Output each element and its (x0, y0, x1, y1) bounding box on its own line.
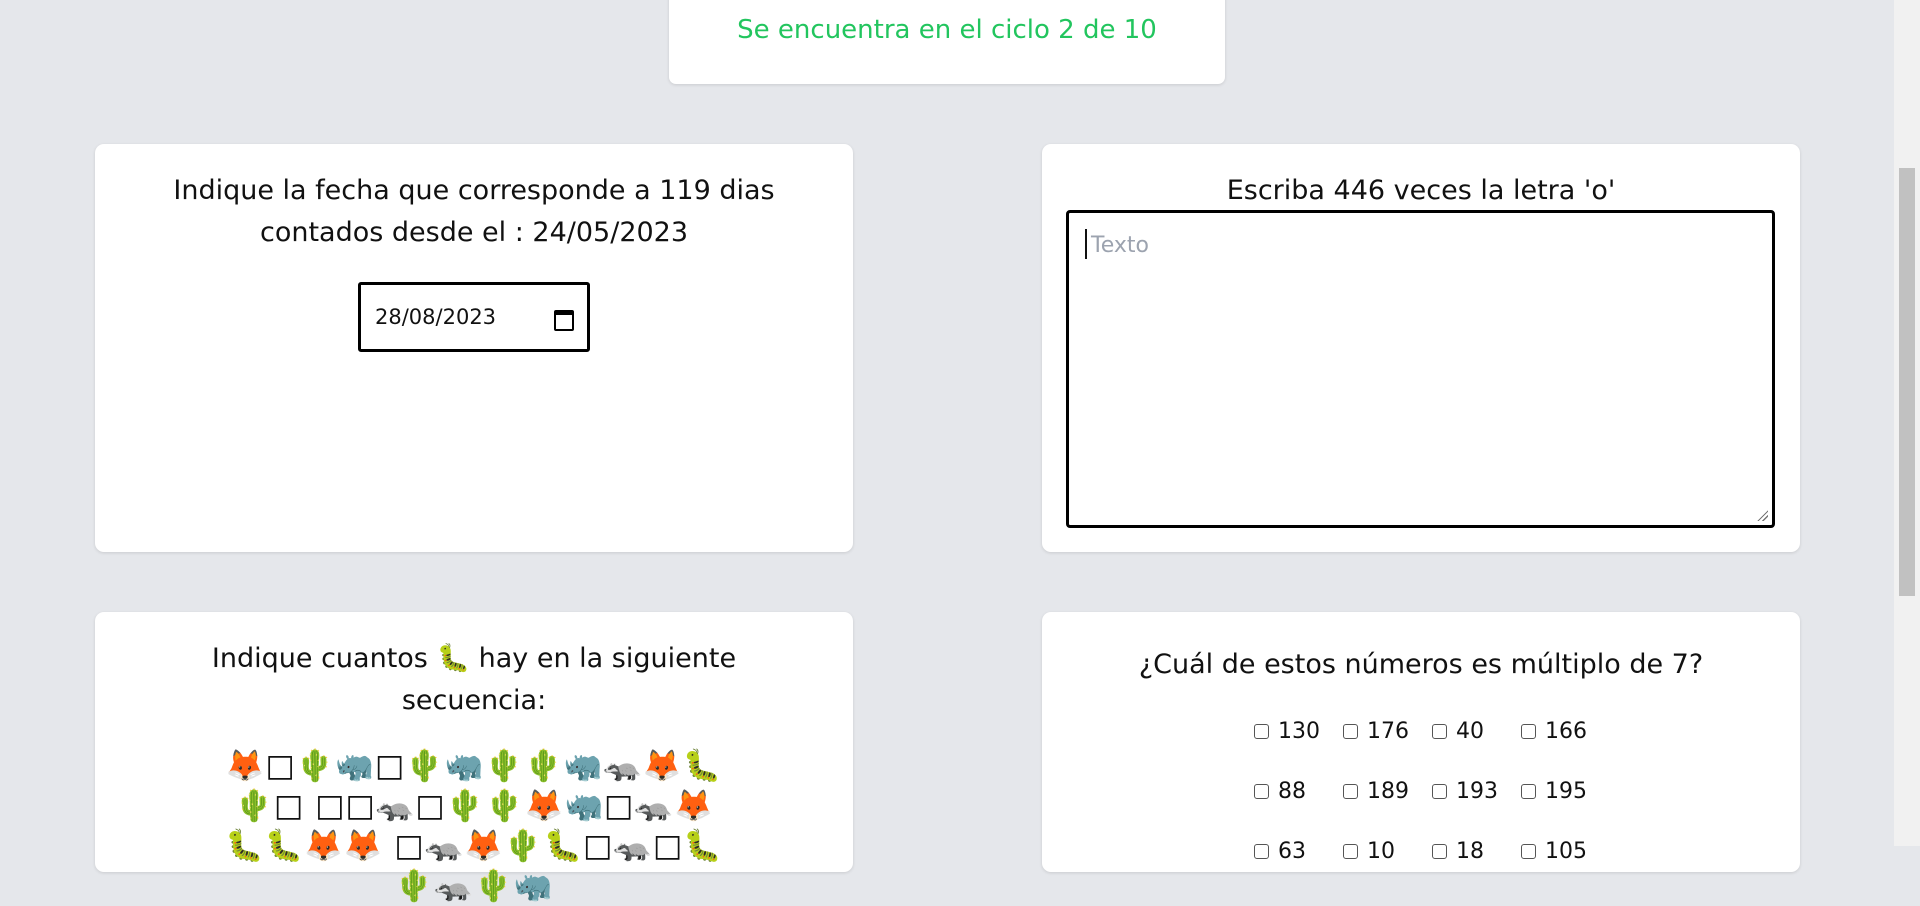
option-item[interactable]: 10 (1343, 834, 1432, 868)
calendar-icon[interactable] (553, 307, 574, 331)
text-caret (1085, 229, 1087, 259)
multiple-question-prompt: ¿Cuál de estos números es múltiplo de 7? (1138, 649, 1704, 680)
emoji-sequence: 🦊□🌵🦏□🌵🦏🌵🌵🦏🦡🦊🐛🌵□ □□🦡□🌵🌵🦊🦏□🦡🦊🐛🐛🦊🦊 □🦡🦊🌵🐛□🦡□… (225, 748, 723, 904)
option-item[interactable]: 40 (1432, 714, 1521, 748)
option-item[interactable]: 195 (1521, 774, 1610, 808)
resize-handle-icon[interactable] (1756, 509, 1768, 521)
option-checkbox[interactable] (1521, 723, 1536, 739)
date-input[interactable]: 28/08/2023 (358, 282, 590, 352)
option-label: 40 (1456, 718, 1484, 744)
option-label: 105 (1545, 838, 1587, 864)
option-checkbox[interactable] (1432, 723, 1447, 739)
option-checkbox[interactable] (1254, 723, 1269, 739)
text-question-prompt: Escriba 446 veces la letra 'o' (1226, 175, 1616, 206)
option-label: 166 (1545, 718, 1587, 744)
option-item[interactable]: 18 (1432, 834, 1521, 868)
option-label: 189 (1367, 778, 1409, 804)
date-question-card: Indique la fecha que corresponde a 119 d… (95, 144, 853, 552)
option-label: 18 (1456, 838, 1484, 864)
cycle-status-text: Se encuentra en el ciclo 2 de 10 (737, 15, 1157, 45)
option-checkbox[interactable] (1432, 783, 1447, 799)
option-label: 130 (1278, 718, 1320, 744)
date-input-value: 28/08/2023 (375, 305, 497, 329)
date-question-prompt: Indique la fecha que corresponde a 119 d… (173, 175, 775, 248)
emoji-question-prompt: Indique cuantos 🐛 hay en la siguiente se… (211, 643, 737, 716)
answer-textarea[interactable]: Texto (1066, 210, 1775, 528)
option-label: 63 (1278, 838, 1306, 864)
cycle-status-card: Se encuentra en el ciclo 2 de 10 (669, 0, 1225, 84)
option-item[interactable]: 189 (1343, 774, 1432, 808)
option-item[interactable]: 176 (1343, 714, 1432, 748)
option-item[interactable]: 193 (1432, 774, 1521, 808)
option-label: 193 (1456, 778, 1498, 804)
text-question-card: Escriba 446 veces la letra 'o' Texto (1042, 144, 1800, 552)
option-checkbox[interactable] (1343, 783, 1358, 799)
option-checkbox[interactable] (1521, 783, 1536, 799)
option-item[interactable]: 130 (1254, 714, 1343, 748)
multiple-question-card: ¿Cuál de estos números es múltiplo de 7?… (1042, 612, 1800, 872)
option-item[interactable]: 63 (1254, 834, 1343, 868)
options-grid: 130 176 40 166 88 189 193 195 63 10 18 1… (1254, 714, 1594, 868)
option-item[interactable]: 105 (1521, 834, 1610, 868)
option-label: 88 (1278, 778, 1306, 804)
option-label: 176 (1367, 718, 1409, 744)
option-label: 10 (1367, 838, 1395, 864)
option-checkbox[interactable] (1343, 723, 1358, 739)
option-item[interactable]: 88 (1254, 774, 1343, 808)
option-label: 195 (1545, 778, 1587, 804)
page-scrollbar-thumb[interactable] (1899, 168, 1915, 596)
emoji-question-card: Indique cuantos 🐛 hay en la siguiente se… (95, 612, 853, 904)
textarea-placeholder: Texto (1091, 233, 1149, 258)
option-item[interactable]: 166 (1521, 714, 1610, 748)
option-checkbox[interactable] (1254, 783, 1269, 799)
